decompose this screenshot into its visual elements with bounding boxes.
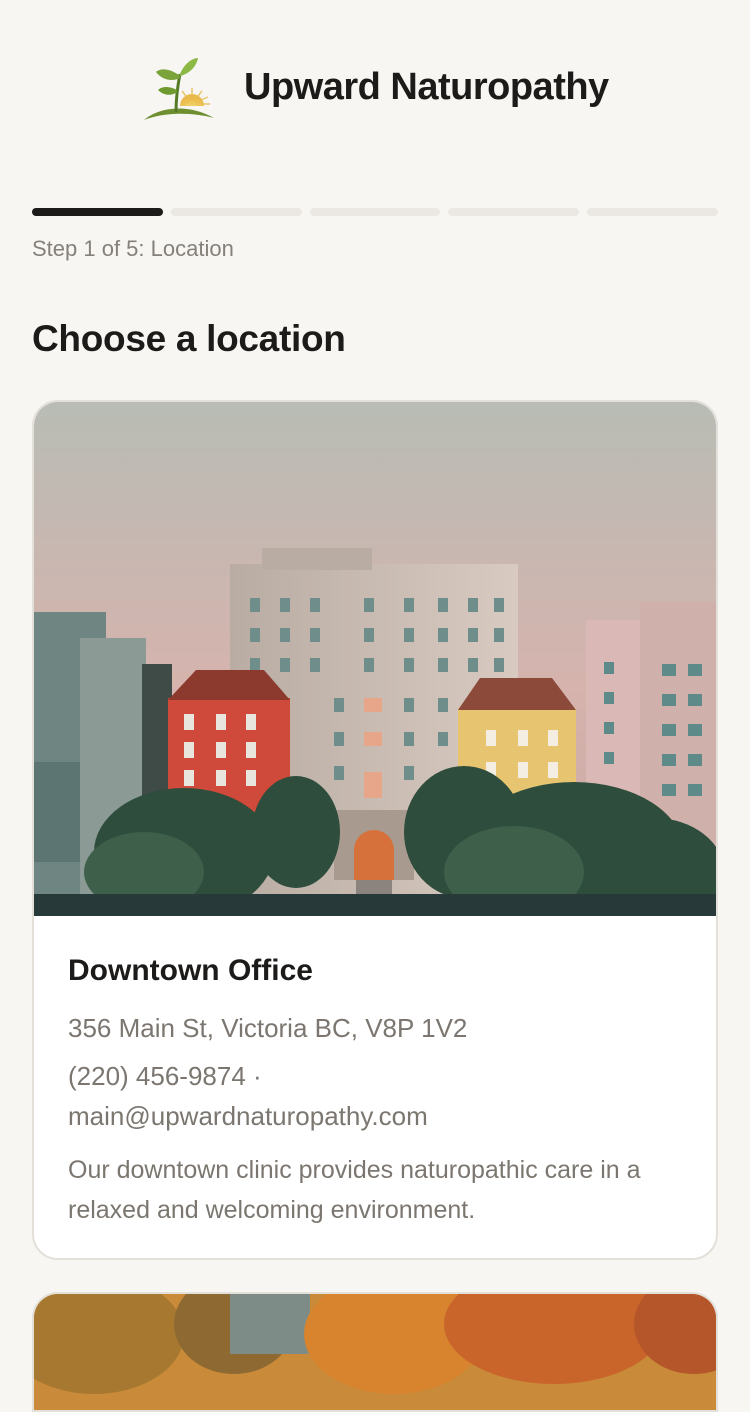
location-address: 356 Main St, Victoria BC, V8P 1V2 bbox=[68, 1013, 468, 1043]
location-name: Downtown Office bbox=[68, 954, 313, 987]
location-email[interactable]: main@upwardnaturopathy.com bbox=[68, 1096, 688, 1136]
progress-segment-4 bbox=[448, 208, 580, 216]
autumn-trees-photo bbox=[34, 1294, 716, 1410]
app-header: Upward Naturopathy bbox=[0, 0, 750, 180]
progress-segment-5 bbox=[587, 208, 718, 216]
step-label: Step 1 of 5: Location bbox=[32, 236, 234, 261]
location-card-downtown[interactable]: Downtown Office 356 Main St, Victoria BC… bbox=[32, 400, 718, 1260]
location-contact: (220) 456-9874 · main@upwardnaturopathy.… bbox=[68, 1056, 688, 1136]
step-progress-bar bbox=[32, 208, 718, 216]
location-description: Our downtown clinic provides naturopathi… bbox=[68, 1156, 641, 1224]
location-card-second[interactable] bbox=[32, 1292, 718, 1412]
progress-segment-2 bbox=[170, 208, 302, 216]
progress-segment-3 bbox=[309, 208, 441, 216]
progress-segment-1 bbox=[32, 208, 163, 216]
sprout-sun-logo-icon bbox=[144, 58, 214, 120]
location-phone[interactable]: (220) 456-9874 · bbox=[68, 1056, 688, 1096]
city-building-photo bbox=[34, 402, 716, 916]
location-details: Downtown Office 356 Main St, Victoria BC… bbox=[68, 954, 688, 1230]
brand-name: Upward Naturopathy bbox=[244, 66, 609, 108]
page-title: Choose a location bbox=[32, 318, 346, 359]
